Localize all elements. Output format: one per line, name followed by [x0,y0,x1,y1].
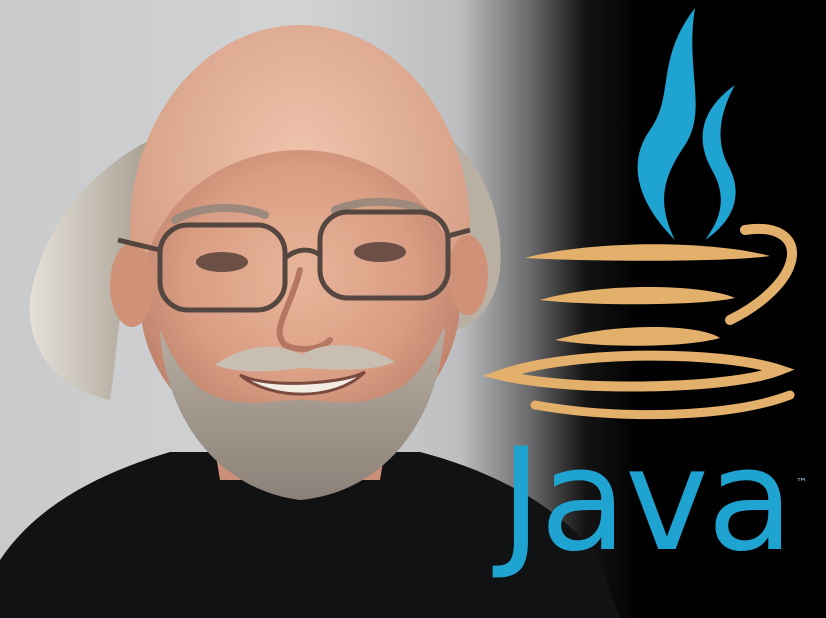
left-ear-shape [110,243,154,327]
left-eye-shape [196,252,248,272]
java-cup-logo [482,8,797,420]
java-wordmark: Java [500,418,794,583]
java-cup-handle-shape [725,223,797,325]
java-cup-shape [530,390,795,420]
java-cup-shape [525,244,770,261]
java-steam-shape [702,85,736,240]
trademark-symbol: ™ [796,476,807,489]
right-eye-shape [354,242,406,262]
java-steam-shape [637,8,696,240]
image-canvas: Java ™ [0,0,826,618]
java-cup-shape [555,327,720,346]
java-cup-shape [540,287,735,305]
java-cup-shape [482,350,795,392]
